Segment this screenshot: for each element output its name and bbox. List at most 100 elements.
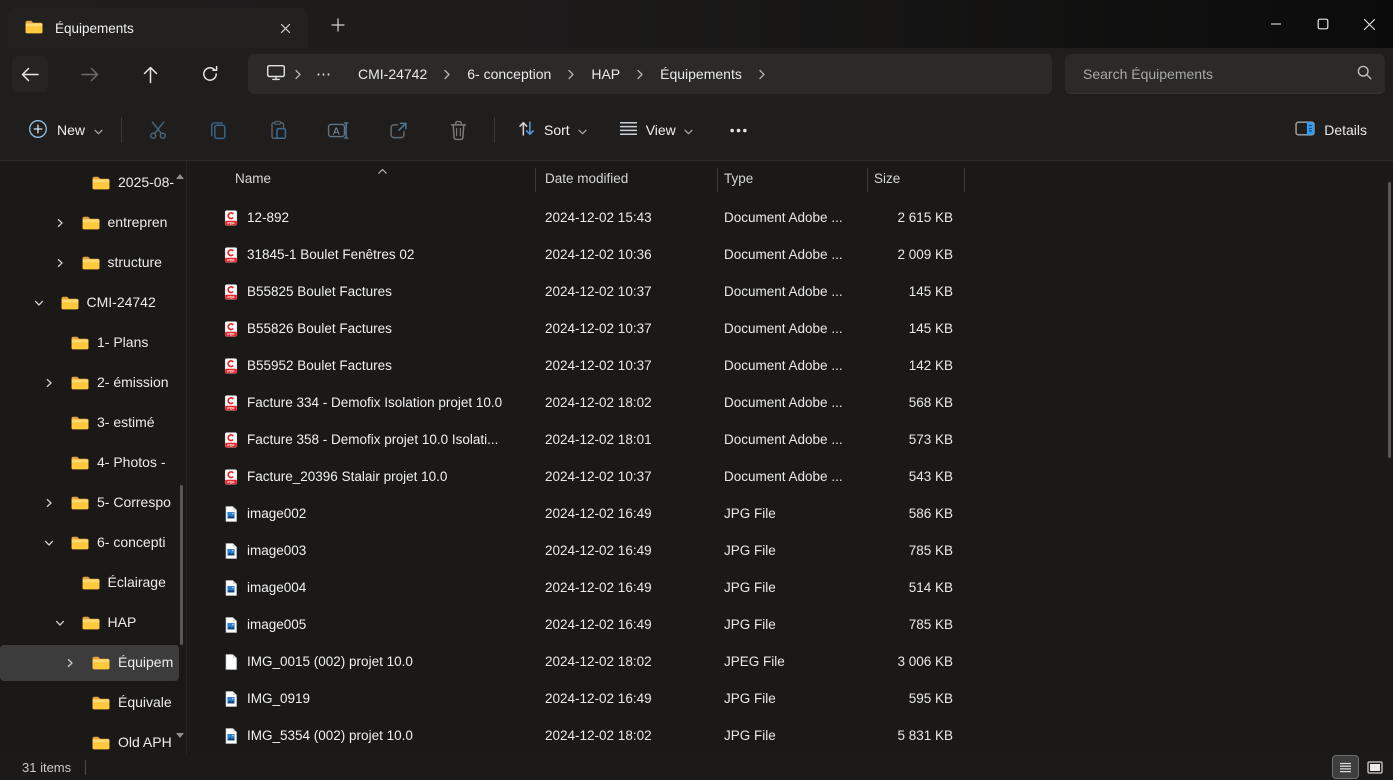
sidebar-item[interactable]: 1- Plans	[0, 323, 186, 363]
sidebar-item[interactable]: 3- estimé	[0, 403, 186, 443]
refresh-button[interactable]	[192, 56, 228, 92]
chevron-right-icon[interactable]	[55, 258, 65, 268]
column-header-size[interactable]: Size	[874, 171, 900, 186]
chevron-right-icon[interactable]	[44, 498, 54, 508]
sidebar-item-label: Éclairage	[108, 574, 181, 590]
forward-button[interactable]	[72, 56, 108, 92]
file-row[interactable]: PDFB55952 Boulet Factures2024-12-02 10:3…	[187, 347, 1385, 384]
tab-equipements[interactable]: Équipements	[8, 8, 308, 48]
image-file-icon	[223, 579, 240, 596]
sidebar-item-label: Équivale	[118, 694, 180, 710]
file-row[interactable]: IMG_5354 (002) projet 10.02024-12-02 18:…	[187, 717, 1385, 754]
sidebar-item-label: 4- Photos -	[97, 454, 180, 470]
maximize-button[interactable]	[1299, 0, 1346, 48]
sidebar-item-label: 3- estimé	[97, 414, 180, 430]
file-date-cell: 2024-12-02 16:49	[545, 617, 724, 632]
file-row[interactable]: PDF12-8922024-12-02 15:43Document Adobe …	[187, 199, 1385, 236]
sidebar-item[interactable]: entrepren	[0, 203, 186, 243]
sidebar-item[interactable]: CMI-24742	[0, 283, 186, 323]
search-input[interactable]	[1083, 66, 1356, 82]
file-row[interactable]: image0022024-12-02 16:49JPG File586 KB	[187, 495, 1385, 532]
column-separator[interactable]	[964, 168, 965, 192]
sidebar-item-label: 5- Correspo	[97, 494, 180, 510]
breadcrumb-overflow-button[interactable]: ⋯	[310, 65, 338, 83]
file-list-pane: Name Date modified Type Size PDF12-89220…	[186, 161, 1393, 754]
up-button[interactable]	[132, 56, 168, 92]
details-button-label: Details	[1324, 122, 1367, 138]
new-button[interactable]: New	[16, 111, 115, 150]
sidebar-item[interactable]: structure	[0, 243, 186, 283]
scroll-up-icon[interactable]	[176, 166, 184, 182]
chevron-down-icon[interactable]	[44, 538, 54, 548]
scroll-down-icon[interactable]	[176, 725, 184, 741]
breadcrumb-item[interactable]: Équipements	[652, 62, 750, 86]
sidebar-item[interactable]: 5- Correspo	[0, 483, 186, 523]
folder-icon	[71, 376, 89, 393]
sidebar-item[interactable]: Éclairage	[0, 563, 186, 603]
details-view-toggle[interactable]	[1333, 756, 1358, 778]
breadcrumb-item[interactable]: 6- conception	[459, 62, 559, 86]
minimize-button[interactable]	[1252, 0, 1299, 48]
file-row[interactable]: IMG_0015 (002) projet 10.02024-12-02 18:…	[187, 643, 1385, 680]
file-explorer-window: Équipements ⋯CMI-247426- conceptionHAPÉq…	[0, 0, 1393, 780]
sidebar-item[interactable]: 2025-08-	[0, 163, 186, 203]
paste-button[interactable]	[258, 110, 298, 150]
copy-button[interactable]	[198, 110, 238, 150]
sort-button[interactable]: Sort	[507, 111, 597, 149]
column-separator[interactable]	[717, 168, 718, 192]
sidebar-item-selected[interactable]: Équipem	[0, 643, 186, 683]
search-icon[interactable]	[1356, 64, 1373, 84]
more-options-button[interactable]	[719, 110, 759, 150]
file-list-scrollbar-thumb[interactable]	[1388, 182, 1391, 458]
chevron-down-icon[interactable]	[55, 618, 65, 628]
chevron-right-icon[interactable]	[55, 218, 65, 228]
column-header-type[interactable]: Type	[724, 171, 753, 186]
file-row[interactable]: image0052024-12-02 16:49JPG File785 KB	[187, 606, 1385, 643]
column-header-name[interactable]: Name	[235, 171, 271, 186]
cut-button[interactable]	[138, 110, 178, 150]
sidebar-item[interactable]: Équivale	[0, 683, 186, 723]
file-date-cell: 2024-12-02 10:36	[545, 247, 724, 262]
chevron-right-icon[interactable]	[44, 378, 54, 388]
delete-button[interactable]	[438, 110, 478, 150]
breadcrumb-chevron-icon[interactable]	[628, 69, 652, 80]
sidebar-item[interactable]: HAP	[0, 603, 186, 643]
file-row[interactable]: PDFFacture 358 - Demofix projet 10.0 Iso…	[187, 421, 1385, 458]
file-row[interactable]: PDFB55826 Boulet Factures2024-12-02 10:3…	[187, 310, 1385, 347]
breadcrumb-chevron-icon[interactable]	[286, 69, 310, 80]
view-button[interactable]: View	[609, 113, 703, 147]
close-button[interactable]	[1346, 0, 1393, 48]
new-tab-button[interactable]	[326, 13, 350, 37]
breadcrumb-item[interactable]: CMI-24742	[350, 62, 435, 86]
back-button[interactable]	[12, 56, 48, 92]
this-pc-icon[interactable]	[266, 64, 286, 84]
share-button[interactable]	[378, 110, 418, 150]
file-row[interactable]: PDF31845-1 Boulet Fenêtres 022024-12-02 …	[187, 236, 1385, 273]
file-row[interactable]: PDFB55825 Boulet Factures2024-12-02 10:3…	[187, 273, 1385, 310]
rename-button[interactable]: A	[318, 110, 358, 150]
sidebar-scrollbar-thumb[interactable]	[180, 485, 183, 645]
sidebar-item[interactable]: 4- Photos -	[0, 443, 186, 483]
sidebar-item[interactable]: 6- concepti	[0, 523, 186, 563]
file-row[interactable]: image0032024-12-02 16:49JPG File785 KB	[187, 532, 1385, 569]
file-type-cell: JPG File	[724, 728, 867, 743]
chevron-down-icon[interactable]	[34, 298, 44, 308]
column-separator[interactable]	[535, 168, 536, 192]
breadcrumb-item[interactable]: HAP	[583, 62, 628, 86]
details-pane-button[interactable]: Details	[1285, 113, 1377, 147]
tab-close-button[interactable]	[272, 15, 298, 41]
column-separator[interactable]	[867, 168, 868, 192]
breadcrumb-chevron-icon[interactable]	[750, 69, 774, 80]
chevron-right-icon[interactable]	[65, 658, 75, 668]
thumbnail-view-toggle[interactable]	[1362, 756, 1387, 778]
file-row[interactable]: PDFFacture_20396 Stalair projet 10.02024…	[187, 458, 1385, 495]
sidebar-item[interactable]: Old APH	[0, 723, 186, 754]
column-header-date-modified[interactable]: Date modified	[545, 171, 628, 186]
file-row[interactable]: image0042024-12-02 16:49JPG File514 KB	[187, 569, 1385, 606]
breadcrumb-chevron-icon[interactable]	[435, 69, 459, 80]
image-file-icon	[223, 690, 240, 707]
file-row[interactable]: IMG_09192024-12-02 16:49JPG File595 KB	[187, 680, 1385, 717]
sidebar-item[interactable]: 2- émission	[0, 363, 186, 403]
file-row[interactable]: PDFFacture 334 - Demofix Isolation proje…	[187, 384, 1385, 421]
breadcrumb-chevron-icon[interactable]	[559, 69, 583, 80]
